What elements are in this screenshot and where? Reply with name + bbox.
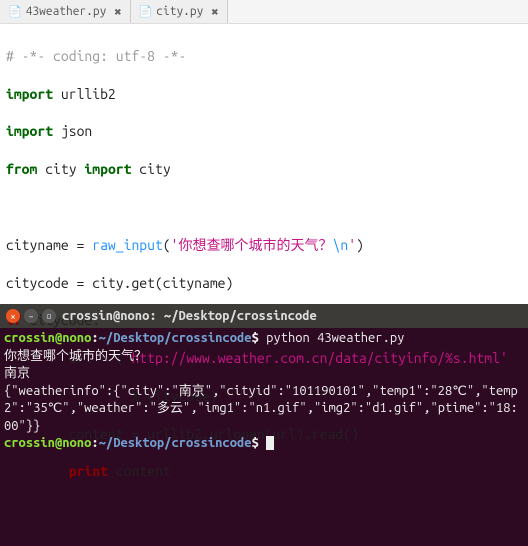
builtin-fn: raw_input	[92, 237, 163, 253]
terminal-cursor	[266, 436, 274, 450]
code-comment: # -*- coding: utf-8 -*-	[6, 48, 186, 64]
prompt-sep: :	[91, 436, 98, 450]
window-minimize-button[interactable]: –	[24, 309, 38, 323]
string-literal: '你想查哪个城市的天气？\n'	[171, 237, 356, 253]
tab-label: city.py	[156, 5, 203, 18]
tab-43weather[interactable]: 📄 43weather.py ✖	[0, 0, 131, 23]
output-line: 你想查哪个城市的天气？	[4, 349, 147, 363]
prompt-user: crossin@nono	[4, 436, 91, 450]
command-text: python 43weather.py	[259, 331, 405, 345]
editor-tabs: 📄 43weather.py ✖ 📄 city.py ✖	[0, 0, 528, 24]
paren-close: )	[356, 237, 364, 253]
assign-lhs: cityname =	[6, 237, 92, 253]
window-buttons: × – ▫	[6, 309, 56, 323]
module-name: urllib2	[53, 86, 116, 102]
file-icon: 📄	[139, 5, 153, 18]
tab-city[interactable]: 📄 city.py ✖	[131, 0, 228, 23]
kw-import: import	[6, 86, 53, 102]
kw-import: import	[6, 123, 53, 139]
kw-import: import	[84, 161, 131, 177]
code-text: content	[108, 463, 171, 479]
window-close-button[interactable]: ×	[6, 309, 20, 323]
module-name: city	[37, 161, 84, 177]
prompt-space	[259, 436, 266, 450]
prompt-dollar: $	[252, 331, 259, 345]
terminal-body[interactable]: crossin@nono:~/Desktop/crossincode$ pyth…	[0, 328, 528, 455]
terminal-title: crossin@nono: ~/Desktop/crossincode	[62, 309, 317, 323]
tab-label: 43weather.py	[26, 5, 107, 18]
file-icon: 📄	[8, 5, 22, 18]
prompt-dollar: $	[252, 436, 259, 450]
output-line: 南京	[4, 366, 30, 380]
code-text: citycode = city.get(cityname)	[6, 275, 233, 291]
symbol-name: city	[131, 161, 170, 177]
window-maximize-button[interactable]: ▫	[42, 309, 56, 323]
kw-from: from	[6, 161, 37, 177]
prompt-sep: :	[91, 331, 98, 345]
close-icon[interactable]: ✖	[211, 5, 218, 19]
module-name: json	[53, 123, 92, 139]
string-literal: 'http://www.weather.com.cn/data/cityinfo…	[124, 350, 508, 366]
prompt-path: ~/Desktop/crossincode	[99, 331, 252, 345]
paren-open: (	[163, 237, 171, 253]
close-icon[interactable]: ✖	[114, 5, 121, 19]
code-editor[interactable]: # -*- coding: utf-8 -*- import urllib2 i…	[0, 24, 528, 304]
kw-print: print	[69, 463, 108, 479]
indent	[6, 463, 69, 479]
prompt-path: ~/Desktop/crossincode	[99, 436, 252, 450]
prompt-user: crossin@nono	[4, 331, 91, 345]
